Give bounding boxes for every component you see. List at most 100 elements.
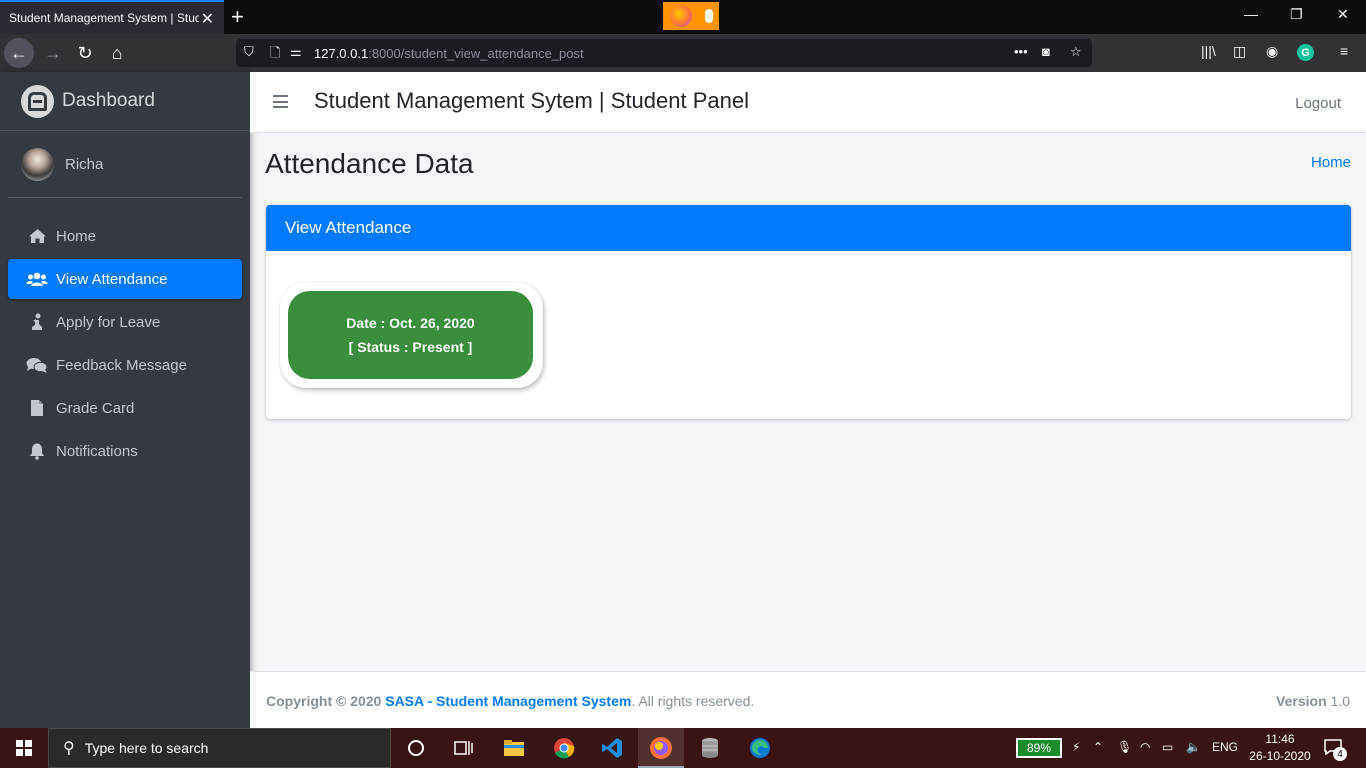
sidebar-item-label: Feedback Message [56,356,187,374]
page-icon: 🗋 [270,45,281,60]
media-sharing-indicator[interactable] [663,2,719,30]
page-actions-icon[interactable]: ••• [1014,44,1028,59]
file-explorer-icon[interactable] [502,736,526,760]
sidebar-item-home[interactable]: Home [8,216,242,256]
sidebar: Dashboard Richa Home View Attendance App… [0,72,250,728]
user-panel[interactable]: Richa [8,131,242,198]
main-header: Student Management Sytem | Student Panel… [250,72,1366,133]
taskbar-search[interactable]: ⚲ Type here to search [48,728,391,768]
grammarly-icon[interactable]: G [1297,44,1314,61]
user-name: Richa [65,155,104,173]
reload-icon[interactable]: ↻ [70,38,100,68]
battery-indicator[interactable]: 89% [1016,738,1062,758]
search-icon: ⚲ [63,740,75,757]
logout-link[interactable]: Logout [1295,95,1341,112]
firefox-taskbar-icon[interactable] [649,736,673,760]
chrome-icon[interactable] [552,736,576,760]
sidebar-item-label: Grade Card [56,399,135,417]
shield-icon[interactable]: ⛉ [244,44,254,60]
home-icon [26,228,48,244]
sidebar-item-notifications[interactable]: Notifications [8,431,242,471]
file-icon [26,399,48,417]
attendance-card: View Attendance Date : Oct. 26, 2020 [ S… [266,205,1351,419]
url-text: 127.0.0.1:8000/student_view_attendance_p… [314,46,584,61]
battery-tray-icon[interactable]: ▭ [1162,740,1173,754]
language-indicator[interactable]: ENG [1212,740,1238,754]
clock-date: 26-10-2020 [1249,749,1311,763]
copyright-text: Copyright © 2020 [266,693,382,709]
page-title: Attendance Data [265,148,474,179]
close-tab-icon[interactable]: ✕ [201,9,214,29]
url-bar[interactable]: ⛉ 🗋 ⚌ 127.0.0.1:8000/student_view_attend… [236,39,1092,67]
person-praying-icon [26,313,48,332]
task-view-icon[interactable] [452,736,476,760]
power-icon[interactable]: ⚡ [1072,740,1080,754]
brand-text: Dashboard [62,90,155,111]
chevron-up-icon[interactable]: ⌃ [1093,740,1103,754]
clock[interactable]: 11:46 26-10-2020 [1248,731,1312,765]
edge-icon[interactable] [748,736,772,760]
bookmark-star-icon[interactable]: ☆ [1070,44,1082,60]
microphone-icon [704,9,713,23]
brand-logo-icon [21,84,54,118]
version-label: Version [1276,693,1327,709]
version-number: 1.0 [1330,693,1350,709]
new-tab-icon[interactable]: + [231,4,244,30]
avatar [21,147,54,181]
footer-version: Version 1.0 [1276,693,1350,709]
sidebar-item-feedback-message[interactable]: Feedback Message [8,345,242,385]
sidebar-item-view-attendance[interactable]: View Attendance [8,259,242,299]
firefox-icon [669,5,692,27]
brand-link[interactable]: Dashboard [0,72,250,131]
account-icon[interactable]: ◉ [1266,43,1278,60]
sidebar-toggle-icon[interactable]: ◫ [1233,43,1246,60]
tab-title: Student Management System | Stud [9,11,199,25]
sidebar-item-grade-card[interactable]: Grade Card [8,388,242,428]
clock-time: 11:46 [1265,732,1295,746]
wifi-icon[interactable]: ◠ [1140,740,1150,754]
hamburger-menu-icon[interactable] [273,95,288,108]
sidebar-item-label: View Attendance [56,270,168,288]
attendance-badge: Date : Oct. 26, 2020 [ Status : Present … [288,291,533,379]
panel-title: Student Management Sytem | Student Panel [314,88,749,113]
breadcrumb-home-link[interactable]: Home [1311,154,1351,171]
card-header: View Attendance [266,205,1351,251]
bell-icon [26,442,48,460]
taskbar: ⚲ Type here to search 89% ⚡ ⌃ 🎙 ◠ ▭ 🔈 EN… [0,728,1366,768]
browser-tab[interactable]: Student Management System | Stud ✕ [0,0,224,34]
url-host: 127.0.0.1 [314,46,369,61]
sidebar-item-apply-for-leave[interactable]: Apply for Leave [8,302,242,342]
footer: Copyright © 2020 SASA - Student Manageme… [250,671,1366,728]
microphone-tray-icon[interactable]: 🎙 [1117,740,1132,754]
vscode-icon[interactable] [600,736,624,760]
library-icon[interactable]: |||\ [1201,43,1216,59]
start-button[interactable] [0,728,48,768]
browser-navbar: ← → ↻ ⌂ ⛉ 🗋 ⚌ 127.0.0.1:8000/student_vie… [0,34,1366,72]
url-path: :8000/student_view_attendance_post [368,46,584,61]
minimize-icon[interactable]: — [1244,6,1258,22]
rights-text: . All rights reserved. [631,693,755,709]
pocket-icon[interactable]: ◙ [1042,44,1050,59]
menu-icon[interactable]: ≡ [1340,43,1348,59]
comments-icon [26,357,48,374]
attendance-status: [ Status : Present ] [348,339,473,355]
restore-icon[interactable]: ❐ [1290,6,1303,23]
notification-badge: 4 [1333,747,1347,761]
volume-icon[interactable]: 🔈 [1186,740,1201,754]
footer-link[interactable]: SASA - Student Management System [385,693,631,709]
attendance-date: Date : Oct. 26, 2020 [346,315,475,331]
sidebar-item-label: Notifications [56,442,138,460]
home-browser-icon[interactable]: ⌂ [102,38,132,68]
back-icon[interactable]: ← [4,38,34,68]
footer-copyright: Copyright © 2020 SASA - Student Manageme… [266,693,754,709]
sidebar-item-label: Apply for Leave [56,313,161,331]
permissions-icon[interactable]: ⚌ [290,44,302,60]
window-close-icon[interactable]: ✕ [1337,6,1349,23]
attendance-record: Date : Oct. 26, 2020 [ Status : Present … [280,282,543,388]
users-icon [26,271,48,287]
database-icon[interactable] [698,736,722,760]
forward-icon[interactable]: → [38,38,68,68]
cortana-icon[interactable] [404,736,428,760]
sidebar-item-label: Home [56,227,97,245]
windows-icon [16,740,32,756]
